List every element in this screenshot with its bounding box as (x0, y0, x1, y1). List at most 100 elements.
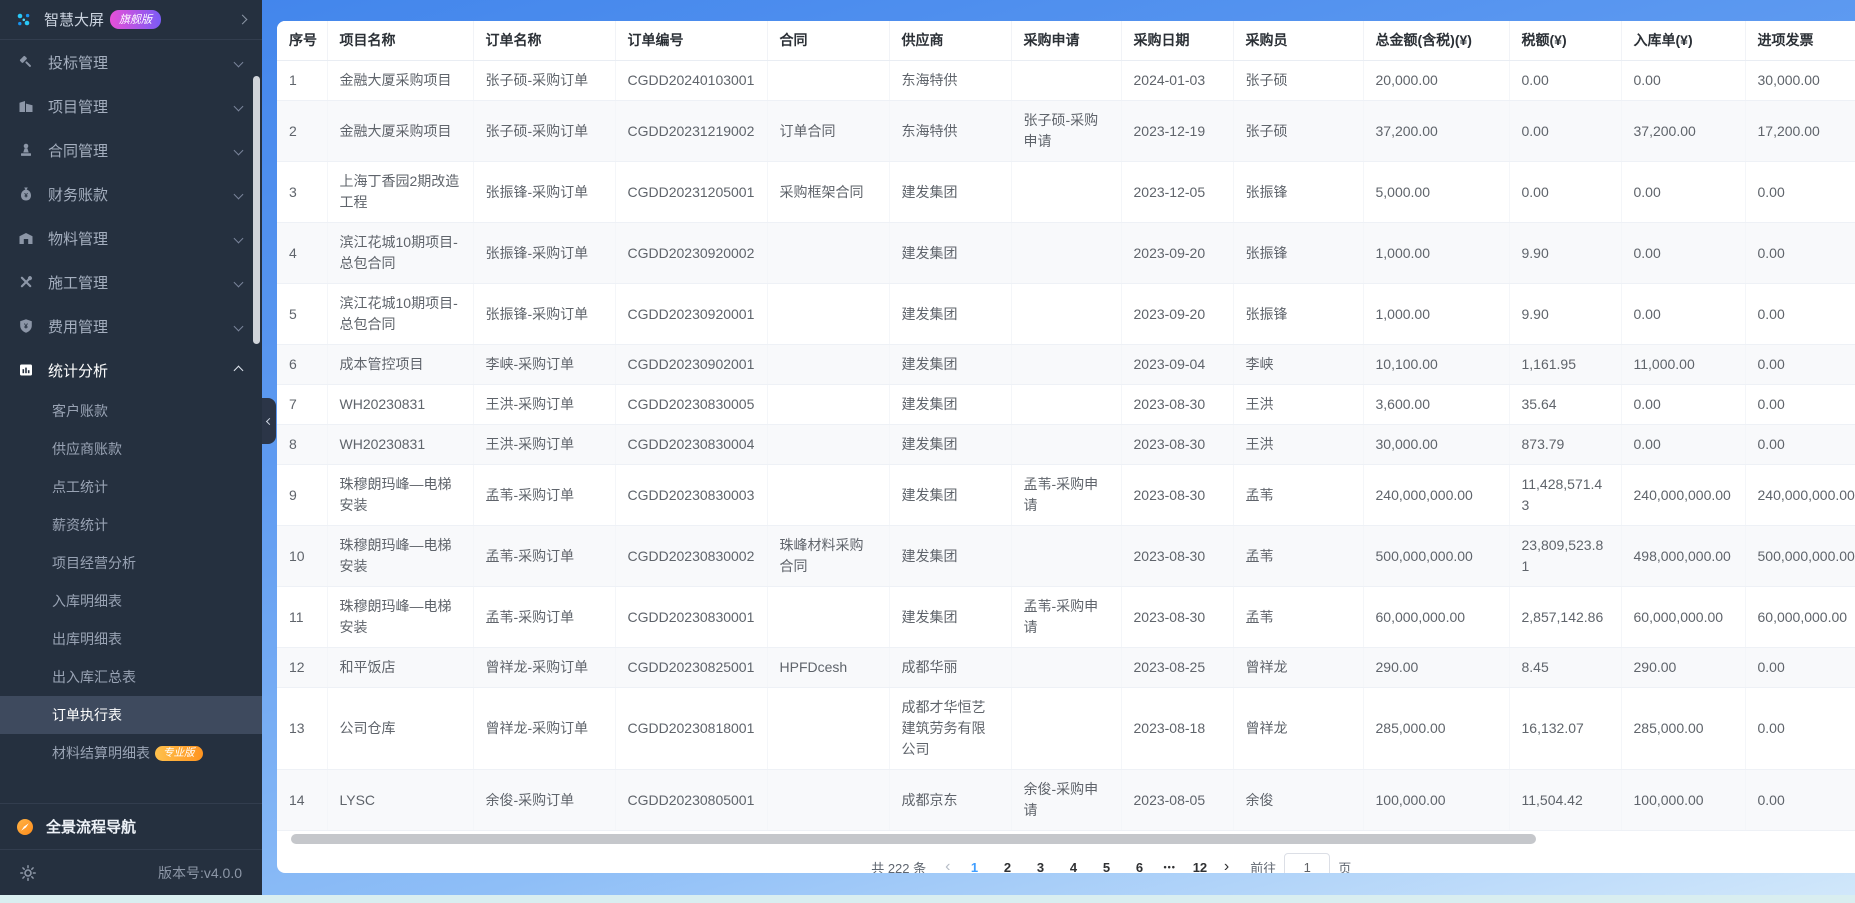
page-button-1[interactable]: 1 (965, 860, 983, 874)
sidebar-subitem-7[interactable]: 出入库汇总表 (0, 658, 262, 696)
cell: 张振锋 (1233, 283, 1364, 345)
table-row[interactable]: 14 LYSC 余俊-采购订单 CGDD20230805001 成都京东 余俊-采购申请 2… (277, 769, 1855, 831)
column-header-3: 订单编号 (615, 21, 768, 61)
cell: 0.00 (1745, 222, 1855, 284)
sidebar-item-projects[interactable]: 项目管理 (0, 84, 262, 128)
last-page-button[interactable]: 12 (1191, 860, 1209, 874)
table-row[interactable]: 7 WH20230831 王洪-采购订单 CGDD20230830005 建发集团 202… (277, 384, 1855, 425)
cell: 珠穆朗玛峰—电梯安装 (327, 586, 474, 648)
page-button-3[interactable]: 3 (1031, 860, 1049, 874)
moneybag-icon: ¥ (18, 186, 34, 202)
table-row[interactable]: 3 上海丁香园2期改造工程 张振锋-采购订单 CGDD20231205001 采购框架合… (277, 161, 1855, 223)
subitem-label: 出库明细表 (52, 631, 122, 647)
cell (1011, 161, 1122, 223)
cell: 290.00 (1621, 647, 1746, 688)
horizontal-scrollbar[interactable] (291, 834, 1536, 844)
cell: 9 (277, 464, 328, 526)
more-pages-button[interactable]: ••• (1163, 862, 1175, 872)
chevron-down-icon (233, 145, 244, 155)
cell: CGDD20231219002 (615, 100, 768, 162)
sidebar-item-contracts[interactable]: 合同管理 (0, 128, 262, 172)
sidebar-scrollbar[interactable] (253, 76, 260, 344)
bottom-edge-strip (0, 895, 1855, 903)
sidebar-subitem-0[interactable]: 客户账款 (0, 392, 262, 430)
sidebar-item-smart-screen[interactable]: 智慧大屏 旗舰版 (0, 0, 262, 40)
sidebar-subitem-5[interactable]: 入库明细表 (0, 582, 262, 620)
sidebar-item-expenses[interactable]: ¥ 费用管理 (0, 304, 262, 348)
table-row[interactable]: 11 珠穆朗玛峰—电梯安装 孟苇-采购订单 CGDD20230830001 建发集团 孟苇… (277, 586, 1855, 648)
cell: 2023-08-30 (1121, 464, 1234, 526)
sidebar-item-materials[interactable]: 物料管理 (0, 216, 262, 260)
cell: 100,000.00 (1621, 769, 1746, 831)
column-header-9: 总金额(含税)(¥) (1363, 21, 1510, 61)
cell: WH20230831 (327, 384, 474, 425)
page-button-6[interactable]: 6 (1130, 860, 1148, 874)
sidebar-subitem-9[interactable]: 材料结算明细表 专业版 (0, 734, 262, 772)
table-row[interactable]: 1 金融大厦采购项目 张子硕-采购订单 CGDD20240103001 东海特供 2024… (277, 60, 1855, 101)
sidebar-item-statistics[interactable]: 统计分析 (0, 348, 262, 392)
goto-page-input[interactable] (1284, 853, 1331, 873)
table-row[interactable]: 2 金融大厦采购项目 张子硕-采购订单 CGDD20231219002 订单合同 东海特供… (277, 100, 1855, 162)
cell: CGDD20230830004 (615, 424, 768, 465)
submenu: 客户账款 供应商账款 点工统计 薪资统计 项目经营分析 入库明细表出库明细表出入库汇总表订… (0, 392, 262, 772)
sidebar-item-finance[interactable]: ¥ 财务账款 (0, 172, 262, 216)
cell (1011, 222, 1122, 284)
page-button-2[interactable]: 2 (998, 860, 1016, 874)
gear-icon[interactable] (20, 864, 36, 881)
cell: 23,809,523.81 (1509, 525, 1622, 587)
sidebar-item-construction[interactable]: 施工管理 (0, 260, 262, 304)
page-button-4[interactable]: 4 (1064, 860, 1082, 874)
sidebar-subitem-3[interactable]: 薪资统计 (0, 506, 262, 544)
cell: 0.00 (1621, 222, 1746, 284)
sidebar-collapse-handle[interactable] (262, 398, 276, 444)
cell: 成本管控项目 (327, 344, 474, 385)
cell: 王洪-采购订单 (473, 424, 616, 465)
stats-icon (18, 362, 34, 378)
cell: 16,132.07 (1509, 687, 1622, 770)
table-row[interactable]: 8 WH20230831 王洪-采购订单 CGDD20230830004 建发集团 202… (277, 424, 1855, 465)
sidebar-item-bidding[interactable]: 投标管理 (0, 40, 262, 84)
flagship-badge: 旗舰版 (110, 10, 162, 29)
cell: 0.00 (1509, 60, 1622, 101)
cell: 0.00 (1509, 100, 1622, 162)
cell (1011, 344, 1122, 385)
cell: CGDD20230830003 (615, 464, 768, 526)
version-row: 版本号:v4.0.0 (0, 849, 262, 895)
next-page-button[interactable]: › (1224, 859, 1229, 874)
sidebar-subitem-1[interactable]: 供应商账款 (0, 430, 262, 468)
sidebar-subitem-6[interactable]: 出库明细表 (0, 620, 262, 658)
table-row[interactable]: 13 公司仓库 曾祥龙-采购订单 CGDD20230818001 成都才华恒艺建筑劳务有… (277, 687, 1855, 770)
cell: 2 (277, 100, 328, 162)
table-row[interactable]: 5 滨江花城10期项目-总包合同 张振锋-采购订单 CGDD20230920001 建发… (277, 283, 1855, 345)
sidebar-item-label: 费用管理 (48, 318, 109, 336)
table-row[interactable]: 9 珠穆朗玛峰—电梯安装 孟苇-采购订单 CGDD20230830003 建发集团 孟苇-… (277, 464, 1855, 526)
cell: 8 (277, 424, 328, 465)
table-row[interactable]: 4 滨江花城10期项目-总包合同 张振锋-采购订单 CGDD20230920002 建发… (277, 222, 1855, 284)
cell: 20,000.00 (1363, 60, 1510, 101)
prev-page-button[interactable]: ‹ (945, 859, 950, 874)
table-body: 1 金融大厦采购项目 张子硕-采购订单 CGDD20240103001 东海特供 2024… (277, 60, 1855, 831)
cell: 余俊-采购订单 (473, 769, 616, 831)
table-row[interactable]: 10 珠穆朗玛峰—电梯安装 孟苇-采购订单 CGDD20230830002 珠峰材料采购… (277, 525, 1855, 587)
cell: 0.00 (1745, 283, 1855, 345)
sidebar-subitem-2[interactable]: 点工统计 (0, 468, 262, 506)
cell: CGDD20240103001 (615, 60, 768, 101)
cell (1011, 384, 1122, 425)
sidebar-subitem-4[interactable]: 项目经营分析 (0, 544, 262, 582)
page-button-5[interactable]: 5 (1097, 860, 1115, 874)
table-row[interactable]: 12 和平饭店 曾祥龙-采购订单 CGDD20230825001 HPFDcesh 成都华… (277, 647, 1855, 688)
cell: CGDD20230825001 (615, 647, 768, 688)
table-row[interactable]: 6 成本管控项目 李峡-采购订单 CGDD20230902001 建发集团 2023-09… (277, 344, 1855, 385)
cell: 11,504.42 (1509, 769, 1622, 831)
cell: 2023-12-19 (1121, 100, 1234, 162)
column-header-5: 供应商 (889, 21, 1012, 61)
sidebar-item-label: 项目管理 (48, 98, 109, 116)
cell: 和平饭店 (327, 647, 474, 688)
cell: 订单合同 (767, 100, 890, 162)
svg-text:¥: ¥ (24, 324, 28, 331)
sidebar-subitem-8[interactable]: 订单执行表 (0, 696, 262, 734)
cell (1011, 283, 1122, 345)
cell: 1 (277, 60, 328, 101)
panorama-nav-button[interactable]: 全景流程导航 (0, 803, 262, 849)
cell: 11 (277, 586, 328, 648)
